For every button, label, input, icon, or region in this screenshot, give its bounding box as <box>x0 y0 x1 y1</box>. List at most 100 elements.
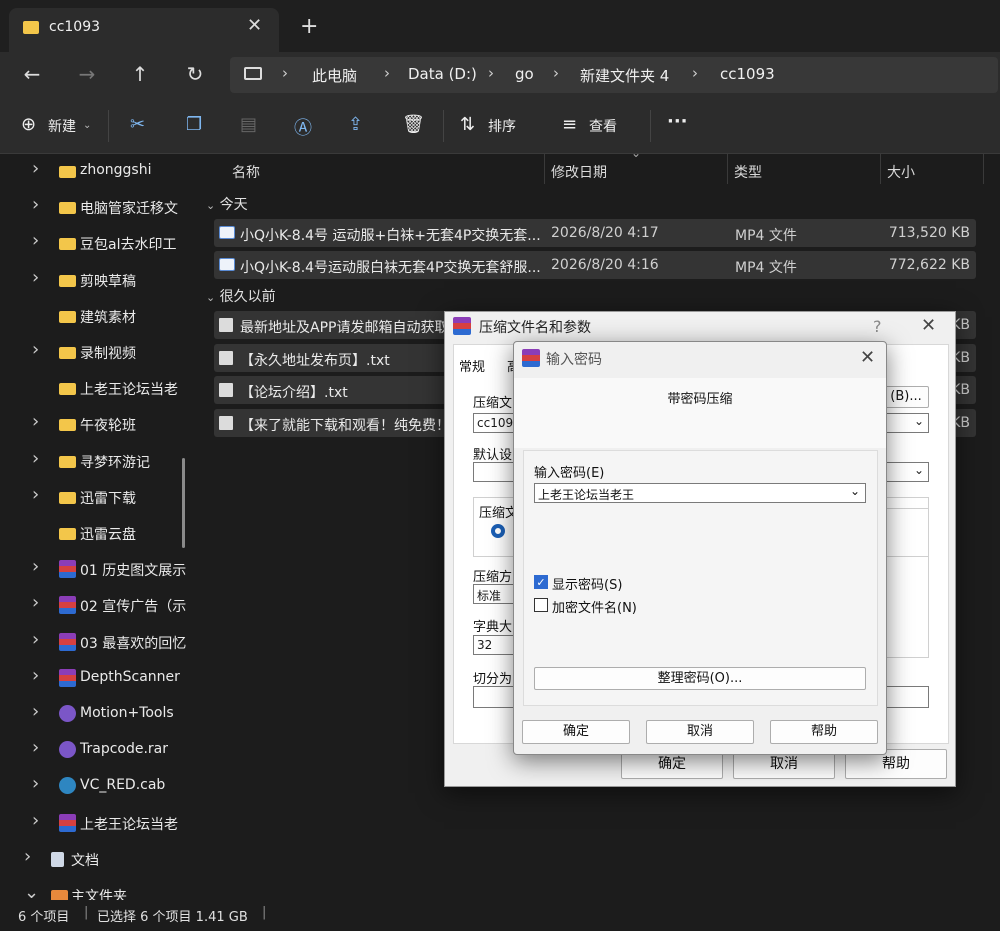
expand-chevron-icon[interactable]: › <box>32 230 39 251</box>
expand-chevron-icon[interactable]: › <box>32 267 39 288</box>
scrollbar-thumb[interactable] <box>182 458 185 548</box>
show-password-checkbox[interactable]: ✓ <box>534 575 548 589</box>
sidebar-item[interactable]: 迅雷云盘 <box>0 516 196 552</box>
breadcrumb-data-drive[interactable]: Data (D:) <box>408 65 477 83</box>
expand-chevron-icon[interactable]: › <box>32 484 39 505</box>
more-options-button[interactable]: ··· <box>667 111 688 132</box>
breadcrumb-new-folder-4[interactable]: 新建文件夹 4 <box>580 65 669 86</box>
expand-chevron-icon[interactable]: › <box>32 629 39 650</box>
copy-icon[interactable]: ❐ <box>186 114 202 135</box>
encrypt-filenames-label[interactable]: 加密文件名(N) <box>552 597 637 616</box>
close-icon[interactable]: ✕ <box>860 347 875 368</box>
organize-passwords-button[interactable]: 整理密码(O)... <box>534 667 866 690</box>
show-password-label[interactable]: 显示密码(S) <box>552 574 622 593</box>
expand-chevron-icon[interactable]: › <box>32 773 39 794</box>
sidebar-item[interactable]: ⌄ 主文件夹 <box>0 878 196 900</box>
forward-button[interactable]: → <box>72 62 102 86</box>
password-input[interactable]: 上老王论坛当老王 ⌄ <box>534 483 866 503</box>
address-bar[interactable]: › 此电脑 › Data (D:) › go › 新建文件夹 4 › cc109… <box>230 57 998 93</box>
sidebar-item-label: Trapcode.rar <box>80 741 169 758</box>
expand-chevron-icon[interactable]: › <box>32 339 39 360</box>
column-header-date[interactable]: 修改日期 <box>551 162 607 182</box>
expand-chevron-icon[interactable]: › <box>32 194 39 215</box>
browse-button[interactable]: (B)... <box>883 386 929 408</box>
column-header-size[interactable]: 大小 <box>887 162 915 182</box>
sidebar-item[interactable]: 上老王论坛当老 <box>0 371 196 407</box>
sidebar-item[interactable]: › 上老王论坛当老 <box>0 806 196 842</box>
new-tab-button[interactable]: + <box>300 14 318 39</box>
expand-chevron-icon[interactable]: › <box>32 737 39 758</box>
folder-icon <box>59 310 76 323</box>
sidebar-item[interactable]: › 电脑管家迁移文 <box>0 190 196 226</box>
expand-chevron-icon[interactable]: › <box>32 158 39 179</box>
dictionary-label: 字典大 <box>473 620 513 635</box>
close-icon[interactable]: ✕ <box>921 315 936 336</box>
sidebar-item[interactable]: 建筑素材 <box>0 299 196 335</box>
tab-cc1093[interactable]: cc1093 ✕ <box>9 8 279 52</box>
sidebar-item[interactable]: › 02 宣传广告（示 <box>0 588 196 624</box>
sidebar-item[interactable]: › 午夜轮班 <box>0 407 196 443</box>
winrar-icon <box>453 317 471 335</box>
sidebar-item[interactable]: › VC_RED.cab <box>0 769 196 805</box>
group-long-ago[interactable]: ⌄ 很久以前 <box>206 286 276 306</box>
new-button[interactable]: 新建 <box>48 116 76 136</box>
refresh-button[interactable]: ↻ <box>180 62 210 86</box>
back-button[interactable]: ← <box>17 62 47 86</box>
sidebar-item[interactable]: › zhonggshi <box>0 154 196 190</box>
file-name: 小Q小K-8.4号 运动服+白袜+无套4P交换无套... <box>240 228 541 244</box>
sidebar-item[interactable]: › 01 历史图文展示 <box>0 552 196 588</box>
file-row[interactable]: 小Q小K-8.4号 运动服+白袜+无套4P交换无套... 2026/8/20 4:… <box>214 219 976 247</box>
column-header-type[interactable]: 类型 <box>734 162 762 182</box>
view-button[interactable]: 查看 <box>589 116 617 136</box>
group-today[interactable]: ⌄ 今天 <box>206 194 248 214</box>
up-button[interactable]: ↑ <box>125 62 155 86</box>
tab-general[interactable]: 常规 <box>459 356 485 375</box>
sidebar-item[interactable]: › Motion+Tools <box>0 697 196 733</box>
column-header-name[interactable]: 名称 <box>232 162 260 182</box>
sidebar-item[interactable]: › DepthScanner <box>0 661 196 697</box>
sidebar-item[interactable]: › 录制视频 <box>0 335 196 371</box>
expand-chevron-icon[interactable]: › <box>32 448 39 469</box>
rename-icon[interactable]: Ⓐ <box>294 114 312 140</box>
expand-chevron-icon[interactable]: › <box>24 846 31 867</box>
expand-chevron-icon[interactable]: › <box>32 810 39 831</box>
cancel-button[interactable]: 取消 <box>646 720 754 744</box>
expand-chevron-icon[interactable]: › <box>32 665 39 686</box>
dialog-title: 压缩文件名和参数 <box>479 320 591 336</box>
file-name: 最新地址及APP请发邮箱自动获取 <box>240 320 449 336</box>
help-button[interactable]: 帮助 <box>770 720 878 744</box>
rar-icon <box>59 596 76 615</box>
sidebar-item-label: 迅雷云盘 <box>80 527 136 543</box>
expand-chevron-icon[interactable]: › <box>32 556 39 577</box>
sidebar-item[interactable]: › 迅雷下载 <box>0 480 196 516</box>
cut-icon[interactable]: ✂ <box>130 114 145 135</box>
help-icon[interactable]: ? <box>873 317 882 336</box>
sidebar-item[interactable]: › 豆包al去水印工 <box>0 226 196 262</box>
sidebar-item[interactable]: › 寻梦环游记 <box>0 444 196 480</box>
password-dialog: 输入密码 ✕ 带密码压缩 输入密码(E) 上老王论坛当老王 ⌄ ✓ 显示密码(S… <box>513 341 887 755</box>
expand-chevron-icon[interactable]: › <box>32 411 39 432</box>
disc-archive-icon <box>59 705 76 722</box>
expand-chevron-icon[interactable]: › <box>32 701 39 722</box>
sidebar-item[interactable]: › 03 最喜欢的回忆 <box>0 625 196 661</box>
breadcrumb-this-pc[interactable]: 此电脑 <box>312 65 357 86</box>
rar-icon <box>59 813 76 832</box>
format-radio[interactable] <box>491 524 505 538</box>
ok-button[interactable]: 确定 <box>522 720 630 744</box>
delete-icon[interactable]: 🗑 <box>402 114 425 135</box>
share-icon[interactable]: ⇪ <box>348 114 363 135</box>
expand-chevron-icon[interactable]: ⌄ <box>24 882 39 900</box>
sidebar-item-label: 03 最喜欢的回忆 <box>80 635 187 652</box>
paste-icon[interactable]: ▤ <box>240 114 257 135</box>
sidebar-item[interactable]: › 剪映草稿 <box>0 263 196 299</box>
sidebar-item[interactable]: › Trapcode.rar <box>0 733 196 769</box>
file-row[interactable]: 小Q小K-8.4号运动服白袜无套4P交换无套舒服... 2026/8/20 4:1… <box>214 251 976 279</box>
sidebar-item[interactable]: › 文档 <box>0 842 196 878</box>
sort-button[interactable]: 排序 <box>488 116 516 136</box>
expand-chevron-icon[interactable]: › <box>32 592 39 613</box>
breadcrumb-cc1093[interactable]: cc1093 <box>720 65 775 83</box>
encrypt-filenames-checkbox[interactable] <box>534 598 548 612</box>
close-tab-icon[interactable]: ✕ <box>247 15 262 36</box>
breadcrumb-go[interactable]: go <box>515 65 534 83</box>
folder-icon <box>59 491 76 504</box>
